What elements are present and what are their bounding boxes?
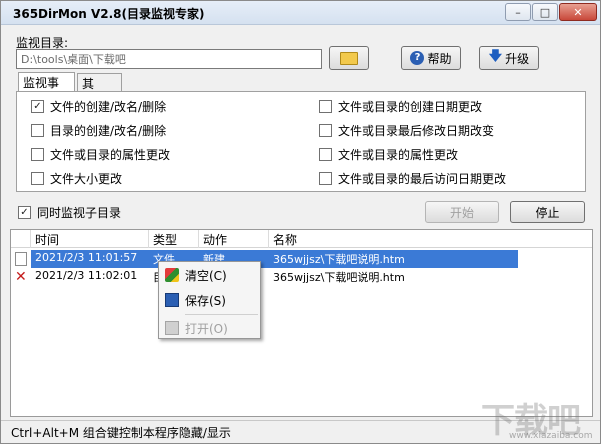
event-option-label: 文件大小更改: [50, 172, 123, 186]
start-button[interactable]: 开始: [425, 201, 499, 223]
event-option[interactable]: ✓ 文件的创建/改名/删除: [31, 98, 166, 115]
upgrade-button[interactable]: 🡇 升级: [479, 46, 539, 70]
watermark-url: www.xiazaiba.com: [509, 431, 593, 441]
tab-monitor-events[interactable]: 监视事件: [18, 72, 75, 107]
event-option[interactable]: 文件大小更改: [31, 170, 122, 187]
event-list[interactable]: 时间 类型 动作 名称 2021/2/3 11:01:57 文件 新建 365w…: [10, 229, 593, 417]
app-window: 365DirMon V2.8(目录监视专家) – □ ✕ 监视目录: ? 帮助 …: [0, 0, 601, 444]
window-title: 365DirMon V2.8(目录监视专家): [13, 7, 205, 21]
tab-other[interactable]: 其他...: [77, 73, 122, 108]
event-option-label: 文件或目录最后修改日期改变: [338, 124, 495, 138]
context-menu-separator: [185, 314, 258, 315]
subdir-option[interactable]: ✓ 同时监视子目录: [18, 204, 121, 221]
table-row[interactable]: 2021/2/3 11:01:57 文件 新建 365wjjsz\下载吧说明.h…: [11, 250, 592, 268]
column-header-name[interactable]: 名称: [269, 230, 589, 248]
document-icon: [15, 252, 27, 266]
down-arrow-icon: 🡇: [488, 49, 503, 64]
event-option[interactable]: 文件或目录的属性更改: [31, 146, 170, 163]
event-option-label: 文件或目录的最后访问日期更改: [338, 172, 507, 186]
maximize-button[interactable]: □: [532, 3, 558, 21]
cell-name: 365wjjsz\下载吧说明.htm: [273, 253, 405, 266]
delete-x-icon: ✕: [15, 269, 27, 285]
status-text: Ctrl+Alt+M 组合键控制本程序隐藏/显示: [11, 426, 231, 440]
list-header: 时间 类型 动作 名称: [11, 230, 592, 248]
checkbox[interactable]: [319, 172, 332, 185]
context-menu-open[interactable]: 打开(O): [159, 317, 260, 339]
event-option[interactable]: 文件或目录的最后访问日期更改: [319, 170, 506, 187]
event-option-label: 文件或目录的属性更改: [50, 148, 171, 162]
context-menu-clear[interactable]: 清空(C): [159, 264, 260, 286]
context-menu-clear-label: 清空(C): [185, 268, 227, 283]
context-menu-save[interactable]: 保存(S): [159, 289, 260, 311]
help-button-label: 帮助: [427, 51, 452, 66]
open-folder-icon: [165, 321, 179, 335]
checkbox[interactable]: [319, 148, 332, 161]
help-button[interactable]: ? 帮助: [401, 46, 461, 70]
events-panel: ✓ 文件的创建/改名/删除 目录的创建/改名/删除 文件或目录的属性更改 文件大…: [16, 91, 586, 192]
subdir-label: 同时监视子目录: [37, 206, 122, 220]
event-option-label: 文件或目录的创建日期更改: [338, 100, 483, 114]
brush-icon: [165, 268, 179, 282]
minimize-button[interactable]: –: [505, 3, 531, 21]
event-option[interactable]: 文件或目录最后修改日期改变: [319, 122, 494, 139]
checkbox[interactable]: [319, 100, 332, 113]
upgrade-button-label: 升级: [505, 51, 530, 66]
cell-time: 2021/2/3 11:01:57: [35, 251, 138, 264]
event-option[interactable]: 文件或目录的创建日期更改: [319, 98, 482, 115]
title-bar: 365DirMon V2.8(目录监视专家) – □ ✕: [1, 1, 600, 25]
cell-time: 2021/2/3 11:02:01: [35, 269, 138, 282]
help-icon: ?: [410, 51, 425, 65]
event-option[interactable]: 文件或目录的属性更改: [319, 146, 458, 163]
close-button[interactable]: ✕: [559, 3, 597, 21]
column-header-type[interactable]: 类型: [149, 230, 199, 248]
checkbox[interactable]: ✓: [31, 100, 44, 113]
browse-folder-button[interactable]: [329, 46, 369, 70]
open-folder-icon: [340, 51, 358, 65]
event-option-label: 目录的创建/改名/删除: [50, 124, 167, 138]
checkbox[interactable]: [319, 124, 332, 137]
event-option-label: 文件或目录的属性更改: [338, 148, 459, 162]
subdir-checkbox[interactable]: ✓: [18, 206, 31, 219]
cell-name: 365wjjsz\下载吧说明.htm: [273, 271, 405, 284]
context-menu-open-label: 打开(O): [185, 321, 228, 336]
directory-input[interactable]: [16, 49, 322, 69]
context-menu-save-label: 保存(S): [185, 293, 226, 308]
checkbox[interactable]: [31, 148, 44, 161]
column-header-time[interactable]: 时间: [31, 230, 149, 248]
event-option-label: 文件的创建/改名/删除: [50, 100, 167, 114]
header-icon-column: [11, 230, 31, 248]
checkbox[interactable]: [31, 124, 44, 137]
context-menu: 清空(C) 保存(S) 打开(O): [158, 261, 261, 339]
checkbox[interactable]: [31, 172, 44, 185]
column-header-action[interactable]: 动作: [199, 230, 269, 248]
stop-button[interactable]: 停止: [510, 201, 585, 223]
event-option[interactable]: 目录的创建/改名/删除: [31, 122, 166, 139]
table-row[interactable]: ✕ 2021/2/3 11:02:01 目 365wjjsz\下载吧说明.htm: [11, 268, 592, 286]
save-icon: [165, 293, 179, 307]
